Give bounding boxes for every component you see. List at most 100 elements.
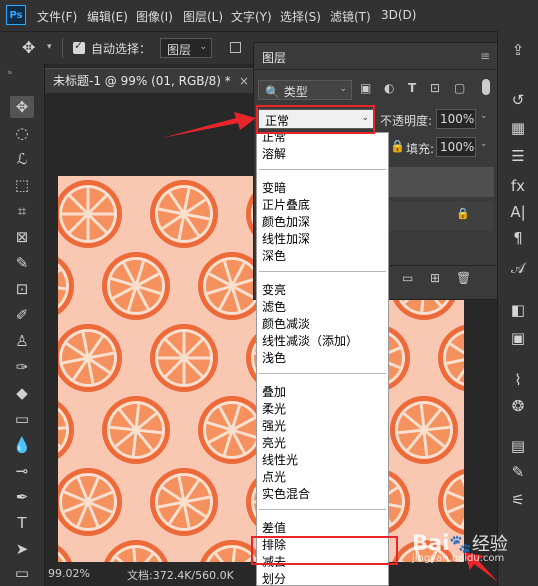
dodge-tool-icon[interactable]: ⊸ xyxy=(10,460,34,482)
properties-icon[interactable]: ⚟ xyxy=(506,489,530,511)
clone-stamp-tool-icon[interactable]: ♙ xyxy=(10,330,34,352)
smart-object-filter-icon[interactable]: ▢ xyxy=(454,81,465,95)
show-transform-checkbox[interactable] xyxy=(230,42,241,53)
blend-mode-option[interactable]: 变亮 xyxy=(262,282,286,298)
libraries-icon[interactable]: ▤ xyxy=(506,435,530,457)
orange-slice xyxy=(104,540,168,562)
blend-mode-option[interactable]: 线性加深 xyxy=(262,231,310,247)
blend-mode-option[interactable]: 正片叠底 xyxy=(262,197,310,213)
move-tool-icon[interactable]: ✥ xyxy=(10,96,34,118)
blend-mode-option[interactable]: 亮光 xyxy=(262,435,286,451)
blend-mode-option[interactable]: 叠加 xyxy=(262,384,286,400)
blend-mode-option[interactable]: 颜色加深 xyxy=(262,214,310,230)
menu-image[interactable]: 图像(I) xyxy=(136,8,173,25)
menu-type[interactable]: 文字(Y) xyxy=(231,8,272,25)
brush-tool-icon[interactable]: ✐ xyxy=(10,304,34,326)
menu-select[interactable]: 选择(S) xyxy=(280,8,321,25)
search-icon: 🔍 xyxy=(265,85,280,99)
menu-layer[interactable]: 图层(L) xyxy=(183,8,223,25)
history-icon[interactable]: ↺ xyxy=(506,89,530,111)
new-group-icon[interactable]: ▭ xyxy=(402,271,413,285)
channels-icon[interactable]: ❂ xyxy=(506,395,530,417)
chevron-down-icon[interactable]: ⌄ xyxy=(480,139,488,149)
blend-mode-option[interactable]: 浅色 xyxy=(262,350,286,366)
watermark-brand: Bai xyxy=(412,531,450,555)
color-icon[interactable]: ◧ xyxy=(506,299,530,321)
new-layer-icon[interactable]: ⊞ xyxy=(430,271,440,285)
eyedropper-tool-icon[interactable]: ✎ xyxy=(10,252,34,274)
healing-brush-tool-icon[interactable]: ⊡ xyxy=(10,278,34,300)
crop-tool-icon[interactable]: ⌗ xyxy=(10,200,34,222)
opacity-field[interactable]: 100% xyxy=(436,109,476,129)
fx-icon[interactable]: fx xyxy=(506,175,530,197)
blend-mode-option[interactable]: 颜色减淡 xyxy=(262,316,310,332)
auto-select-target-dropdown[interactable]: 图层 ⌄ xyxy=(160,38,212,58)
character-icon[interactable]: A| xyxy=(506,201,530,223)
gradient-tool-icon[interactable]: ▭ xyxy=(10,408,34,430)
grid-icon[interactable]: ▦ xyxy=(506,117,530,139)
rectangle-tool-icon[interactable]: ▭ xyxy=(10,562,34,584)
adjustments-icon[interactable]: ☰ xyxy=(506,145,530,167)
swatches-icon[interactable]: ▣ xyxy=(506,327,530,349)
menu-3d[interactable]: 3D(D) xyxy=(381,8,416,22)
divider xyxy=(259,373,386,374)
collapse-icon[interactable]: » xyxy=(7,68,13,78)
layer-filter-dropdown[interactable]: 🔍 类型 ⌄ xyxy=(258,80,352,100)
blend-mode-option[interactable]: 溶解 xyxy=(262,146,286,162)
shape-filter-icon[interactable]: ⊡ xyxy=(430,81,440,95)
blend-mode-option[interactable]: 划分 xyxy=(262,571,286,585)
auto-select-checkbox[interactable] xyxy=(73,39,85,54)
pen-tool-icon[interactable]: ✒ xyxy=(10,486,34,508)
panel-menu-icon[interactable]: ≡ xyxy=(480,49,490,63)
chevron-down-icon[interactable]: ⌄ xyxy=(480,111,488,121)
layer-filter-value: 类型 xyxy=(283,85,308,99)
blend-mode-option[interactable]: 线性减淡（添加） xyxy=(262,333,358,349)
layers-panel-title[interactable]: 图层 xyxy=(262,49,286,66)
menu-edit[interactable]: 编辑(E) xyxy=(87,8,128,25)
pixel-filter-icon[interactable]: ▣ xyxy=(360,81,371,95)
brushes-icon[interactable]: ✎ xyxy=(506,461,530,483)
elliptical-marquee-tool-icon[interactable]: ◌ xyxy=(10,122,34,144)
blend-mode-option[interactable]: 线性光 xyxy=(262,452,298,468)
orange-slice xyxy=(438,468,464,536)
frame-tool-icon[interactable]: ⊠ xyxy=(10,226,34,248)
exclusion-highlight-box xyxy=(251,536,398,565)
lock-icon[interactable]: 🔒 xyxy=(390,139,405,153)
delete-layer-icon[interactable]: 🗑 xyxy=(456,271,471,285)
orange-slice xyxy=(390,396,458,464)
quick-selection-tool-icon[interactable]: ⬚ xyxy=(10,174,34,196)
type-filter-icon[interactable]: T xyxy=(408,81,416,95)
blend-mode-option[interactable]: 点光 xyxy=(262,469,286,485)
tools-panel: » ✥ ◌ ℒ ⬚ ⌗ ⊠ ✎ ⊡ ✐ ♙ ✑ ◆ ▭ 💧 ⊸ ✒ T ➤ ▭ xyxy=(0,64,45,586)
lasso-tool-icon[interactable]: ℒ xyxy=(10,148,34,170)
share-icon[interactable]: ⇪ xyxy=(506,39,530,61)
filter-toggle[interactable] xyxy=(482,79,490,95)
blend-mode-option[interactable]: 强光 xyxy=(262,418,286,434)
chevron-down-icon: ⌄ xyxy=(339,84,347,94)
blend-mode-option[interactable]: 柔光 xyxy=(262,401,286,417)
blend-mode-option[interactable]: 实色混合 xyxy=(262,486,310,502)
type-tool-icon[interactable]: T xyxy=(10,512,34,534)
glyphs-icon[interactable]: 𝒜 xyxy=(506,257,530,279)
document-tab[interactable]: 未标题-1 @ 99% (01, RGB/8) * × xyxy=(45,68,257,93)
blur-tool-icon[interactable]: 💧 xyxy=(10,434,34,456)
orange-slice xyxy=(58,324,122,392)
fill-label: 填充: xyxy=(406,142,435,156)
paths-icon[interactable]: ⌇ xyxy=(506,369,530,391)
history-brush-tool-icon[interactable]: ✑ xyxy=(10,356,34,378)
zoom-level[interactable]: 99.02% xyxy=(48,567,90,580)
blend-mode-option[interactable]: 深色 xyxy=(262,248,286,264)
close-icon[interactable]: × xyxy=(239,69,249,94)
blend-mode-option[interactable]: 滤色 xyxy=(262,299,286,315)
eraser-tool-icon[interactable]: ◆ xyxy=(10,382,34,404)
menu-filter[interactable]: 滤镜(T) xyxy=(330,8,371,25)
path-selection-tool-icon[interactable]: ➤ xyxy=(10,538,34,560)
divider xyxy=(259,169,386,170)
blend-mode-option[interactable]: 变暗 xyxy=(262,180,286,196)
adjustment-filter-icon[interactable]: ◐ xyxy=(384,81,394,95)
blend-mode-option[interactable]: 差值 xyxy=(262,520,286,536)
tool-preset-chevron-icon[interactable]: ▾ xyxy=(47,42,52,52)
paragraph-icon[interactable]: ¶ xyxy=(506,227,530,249)
menu-file[interactable]: 文件(F) xyxy=(37,8,77,25)
fill-field[interactable]: 100% xyxy=(436,137,476,157)
